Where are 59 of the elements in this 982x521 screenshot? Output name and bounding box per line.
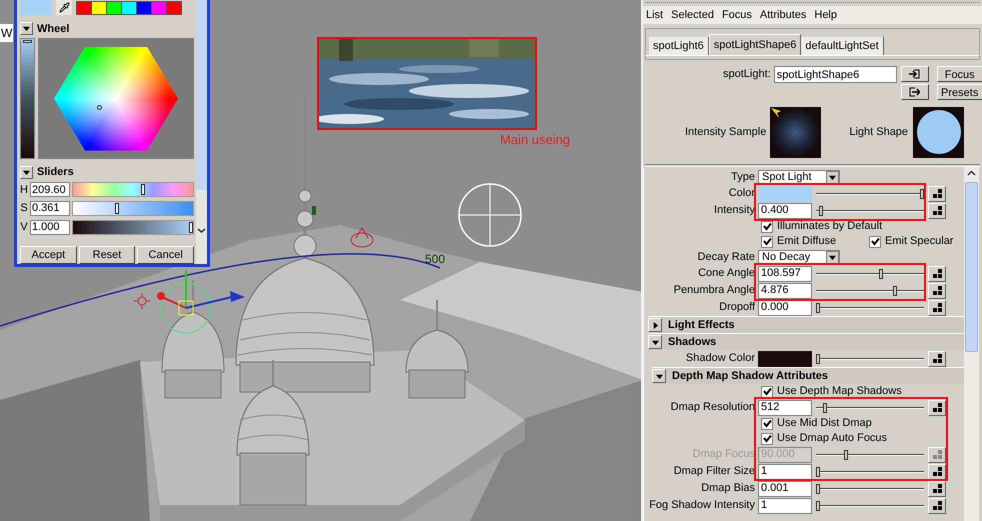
input-field[interactable]: 4.876 bbox=[758, 282, 812, 298]
tab[interactable]: spotLightShape6 bbox=[708, 34, 802, 55]
dropdown[interactable]: No Decay bbox=[758, 250, 840, 264]
input-field[interactable]: 1.000 bbox=[30, 220, 70, 236]
attribute-label: Shadow Color bbox=[684, 351, 756, 366]
attribute-label: Dmap Bias bbox=[700, 481, 756, 496]
sample-label: Light Shape bbox=[849, 124, 908, 140]
distance-label: 500 bbox=[425, 251, 446, 268]
dialog-button[interactable]: Reset bbox=[78, 246, 136, 264]
menu-item[interactable]: Help bbox=[814, 6, 837, 24]
channel-label: H bbox=[20, 182, 28, 198]
attribute-label: Type bbox=[730, 170, 756, 185]
input-field[interactable]: 0.361 bbox=[30, 201, 70, 216]
dialog-button[interactable]: Cancel bbox=[137, 246, 194, 264]
section-title: Wheel bbox=[37, 22, 70, 37]
input-field[interactable]: 0.001 bbox=[758, 480, 812, 496]
section-title: Depth Map Shadow Attributes bbox=[672, 368, 828, 384]
checkbox-label: Illuminates by Default bbox=[777, 219, 882, 234]
checkbox-label: Emit Specular bbox=[885, 234, 954, 250]
tab[interactable]: defaultLightSet bbox=[801, 37, 884, 55]
attribute-label: Dmap Filter Size bbox=[672, 464, 756, 480]
checkbox-label: Use Mid Dist Dmap bbox=[777, 416, 872, 432]
attribute-label: Color bbox=[728, 186, 756, 202]
input-field[interactable]: 108.597 bbox=[758, 266, 812, 282]
menu-item[interactable]: List bbox=[646, 6, 664, 24]
attribute-label: Intensity bbox=[713, 203, 756, 218]
dropdown[interactable]: Spot Light bbox=[758, 170, 840, 184]
section-title: Light Effects bbox=[668, 318, 735, 333]
input-field[interactable]: spotLightShape6 bbox=[774, 66, 897, 83]
dialog-button[interactable]: Accept bbox=[20, 246, 77, 264]
viewport-label: W bbox=[0, 24, 14, 42]
section-title: Sliders bbox=[37, 165, 74, 180]
input-field[interactable]: 209.60 bbox=[30, 182, 70, 198]
attribute-label: Dmap Resolution bbox=[670, 400, 756, 416]
channel-label: S bbox=[20, 201, 28, 216]
attribute-label: Decay Rate bbox=[696, 250, 756, 265]
input-field[interactable]: 1 bbox=[758, 464, 812, 480]
input-field[interactable]: 512 bbox=[758, 400, 812, 416]
attribute-label: Dmap Focus bbox=[692, 447, 756, 462]
attribute-label: Fog Shadow Intensity bbox=[648, 498, 756, 514]
checkbox-label: Use Depth Map Shadows bbox=[777, 384, 902, 400]
caption: Main useing bbox=[500, 131, 570, 149]
tab[interactable]: spotLight6 bbox=[649, 37, 709, 55]
attribute-label: Cone Angle bbox=[697, 266, 756, 282]
channel-label: V bbox=[20, 220, 28, 236]
input-field[interactable]: 1 bbox=[758, 498, 812, 514]
panel-button[interactable]: Presets bbox=[936, 84, 982, 100]
node-label: spotLight: bbox=[723, 67, 771, 82]
checkbox-label: Use Dmap Auto Focus bbox=[777, 431, 888, 446]
attribute-label: Penumbra Angle bbox=[672, 283, 756, 298]
panel-button[interactable]: Focus bbox=[936, 66, 982, 82]
menu-item[interactable]: Attributes bbox=[760, 6, 806, 24]
attribute-label: Dropoff bbox=[718, 300, 756, 316]
sample-label: Intensity Sample bbox=[685, 124, 766, 140]
input-field[interactable]: 0.400 bbox=[758, 202, 812, 218]
menu-item[interactable]: Focus bbox=[722, 6, 752, 24]
checkbox-label: Emit Diffuse bbox=[777, 234, 836, 250]
section-title: Shadows bbox=[668, 334, 716, 350]
menu-item[interactable]: Selected bbox=[671, 6, 714, 24]
